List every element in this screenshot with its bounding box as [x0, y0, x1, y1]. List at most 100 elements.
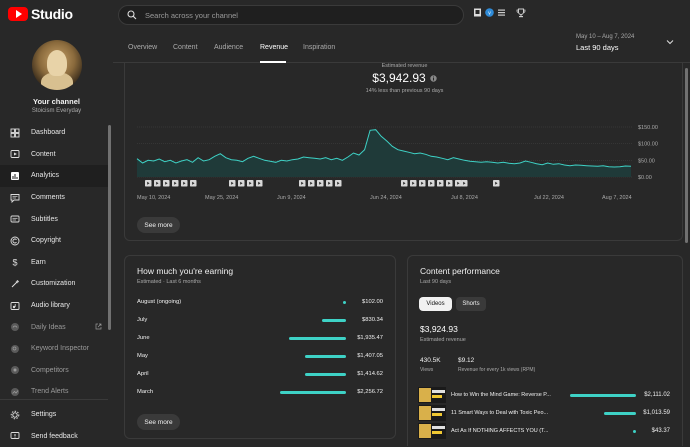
audio-library-icon — [10, 301, 20, 310]
sidebar-item-label: Audio library — [31, 302, 70, 310]
video-revenue-value: $2,111.02 — [644, 392, 670, 398]
sidebar-item-comments[interactable]: Comments — [0, 187, 108, 209]
earnings-bar — [304, 355, 346, 358]
dollar-icon: $ — [12, 258, 17, 268]
daily-ideas-icon — [11, 323, 19, 332]
thumb-figure — [419, 406, 431, 420]
performance-title: Content performance — [420, 266, 500, 276]
thumb-text-line — [432, 395, 442, 398]
sidebar-item-daily-ideas[interactable]: Daily Ideas — [0, 316, 108, 338]
sidebar-item-earn[interactable]: $ Earn — [0, 252, 108, 274]
video-row[interactable]: 11 Smart Ways to Deal with Toxic Peo... $… — [418, 405, 670, 421]
sidebar-item-label: Dashboard — [31, 129, 66, 137]
video-title[interactable]: How to Win the Mind Game: Reverse P... — [451, 392, 555, 398]
sidebar-item-competitors[interactable]: Competitors — [0, 360, 108, 382]
performance-revenue-label: Estimated revenue — [420, 337, 466, 343]
y-tick-label: $0.00 — [638, 175, 652, 181]
sidebar-nav: Dashboard Content Analytics Comments Subtitl… — [0, 122, 108, 403]
list-icon[interactable] — [497, 8, 506, 17]
performance-subtitle: Last 90 days — [420, 279, 452, 285]
sidebar: Your channel Stoicism Everyday Dashboard… — [0, 30, 113, 446]
sidebar-item-audio-library[interactable]: Audio library — [0, 295, 108, 317]
sidebar-item-analytics[interactable]: Analytics — [0, 165, 108, 187]
tab-shorts[interactable]: Shorts — [456, 297, 486, 311]
earnings-month: April — [137, 371, 149, 377]
sidebar-item-label: Trend Alerts — [31, 388, 69, 396]
analytics-icon — [11, 171, 19, 180]
content-performance-card: Content performance Last 90 days Videos … — [407, 255, 683, 446]
search-input[interactable] — [145, 10, 445, 20]
see-more-button[interactable]: See more — [137, 217, 180, 233]
tab-videos[interactable]: Videos — [419, 297, 452, 311]
earnings-value: $102.00 — [362, 299, 383, 305]
youtube-logo-icon — [8, 7, 28, 21]
earnings-month: July — [137, 317, 148, 323]
video-title[interactable]: 11 Smart Ways to Deal with Toxic Peo... — [451, 410, 555, 416]
video-thumbnail[interactable] — [418, 423, 446, 439]
earnings-bar — [304, 373, 346, 376]
date-range-picker[interactable]: May 10 – Aug 7, 2024 Last 90 days — [576, 34, 634, 52]
sidebar-item-dashboard[interactable]: Dashboard — [0, 122, 108, 144]
channel-avatar[interactable] — [32, 40, 82, 90]
video-title[interactable]: Act As If NOTHING AFFECTS YOU (T... — [451, 428, 555, 434]
sidebar-item-send-feedback[interactable]: Send feedback — [0, 426, 108, 447]
bookmark-icon[interactable] — [473, 8, 482, 17]
sidebar-item-label: Earn — [31, 258, 46, 266]
video-thumbnail[interactable] — [418, 405, 446, 421]
channel-title: Your channel — [33, 97, 80, 106]
sidebar-item-keyword-inspector[interactable]: Keyword Inspector — [0, 338, 108, 360]
gear-icon — [10, 410, 20, 420]
sidebar-bottom-nav: Settings Send feedback — [0, 404, 108, 447]
sidebar-item-label: Customization — [31, 280, 76, 288]
views-label: Views — [420, 367, 434, 373]
video-row[interactable]: How to Win the Mind Game: Reverse P... $2… — [418, 387, 670, 403]
thumb-figure — [419, 388, 431, 402]
revenue-chart-card: Estimated revenue $3,942.93 14% less tha… — [124, 63, 683, 241]
thumb-figure — [419, 424, 431, 438]
earnings-month: June — [137, 335, 150, 341]
sidebar-scrollbar[interactable] — [108, 125, 111, 330]
sidebar-item-customization[interactable]: Customization — [0, 273, 108, 295]
tab-overview[interactable]: Overview — [128, 44, 157, 51]
sidebar-item-copyright[interactable]: Copyright — [0, 230, 108, 252]
tab-content[interactable]: Content — [173, 44, 198, 51]
video-revenue-value: $1,013.59 — [643, 410, 670, 416]
sidebar-item-settings[interactable]: Settings — [0, 404, 108, 426]
earnings-bar — [321, 319, 346, 322]
trophy-icon[interactable] — [516, 8, 526, 18]
rpm-value: $9.12 — [458, 357, 475, 364]
sidebar-item-label: Subtitles — [31, 215, 58, 223]
earnings-row: March $2,256.72 — [137, 388, 383, 398]
main-scrollbar[interactable] — [685, 68, 688, 243]
vidiq-icon[interactable]: v — [485, 8, 494, 17]
views-value: 430.5K — [420, 357, 441, 364]
earnings-row: July $830.34 — [137, 316, 383, 326]
tab-revenue[interactable]: Revenue — [260, 44, 288, 51]
sidebar-item-subtitles[interactable]: Subtitles — [0, 208, 108, 230]
x-tick-label: Jul 22, 2024 — [534, 195, 564, 201]
earnings-row: May $1,407.05 — [137, 352, 383, 362]
earnings-value: $1,935.47 — [357, 335, 383, 341]
svg-text:$: $ — [12, 258, 17, 268]
y-tick-label: $50.00 — [638, 158, 655, 164]
search-icon — [127, 10, 137, 20]
earnings-month: August (ongoing) — [137, 299, 182, 305]
extension-icons: v — [473, 8, 506, 17]
video-revenue-value: $43.37 — [651, 428, 670, 434]
earnings-value: $830.34 — [362, 317, 383, 323]
content-icon — [10, 150, 20, 159]
tab-inspiration[interactable]: Inspiration — [303, 44, 335, 51]
earnings-bar — [280, 391, 346, 394]
studio-logo[interactable]: Studio — [8, 6, 73, 22]
feedback-icon — [10, 432, 20, 440]
earnings-see-more-button[interactable]: See more — [137, 414, 180, 430]
tab-audience[interactable]: Audience — [214, 44, 243, 51]
dashboard-icon — [10, 128, 20, 138]
search-bar[interactable] — [118, 5, 464, 25]
video-thumbnail[interactable] — [418, 387, 446, 403]
sidebar-item-label: Settings — [31, 411, 57, 419]
video-row[interactable]: Act As If NOTHING AFFECTS YOU (T... $43.3… — [418, 423, 670, 439]
chevron-down-icon[interactable] — [666, 39, 674, 45]
earnings-value: $2,256.72 — [357, 389, 383, 395]
sidebar-item-content[interactable]: Content — [0, 144, 108, 166]
